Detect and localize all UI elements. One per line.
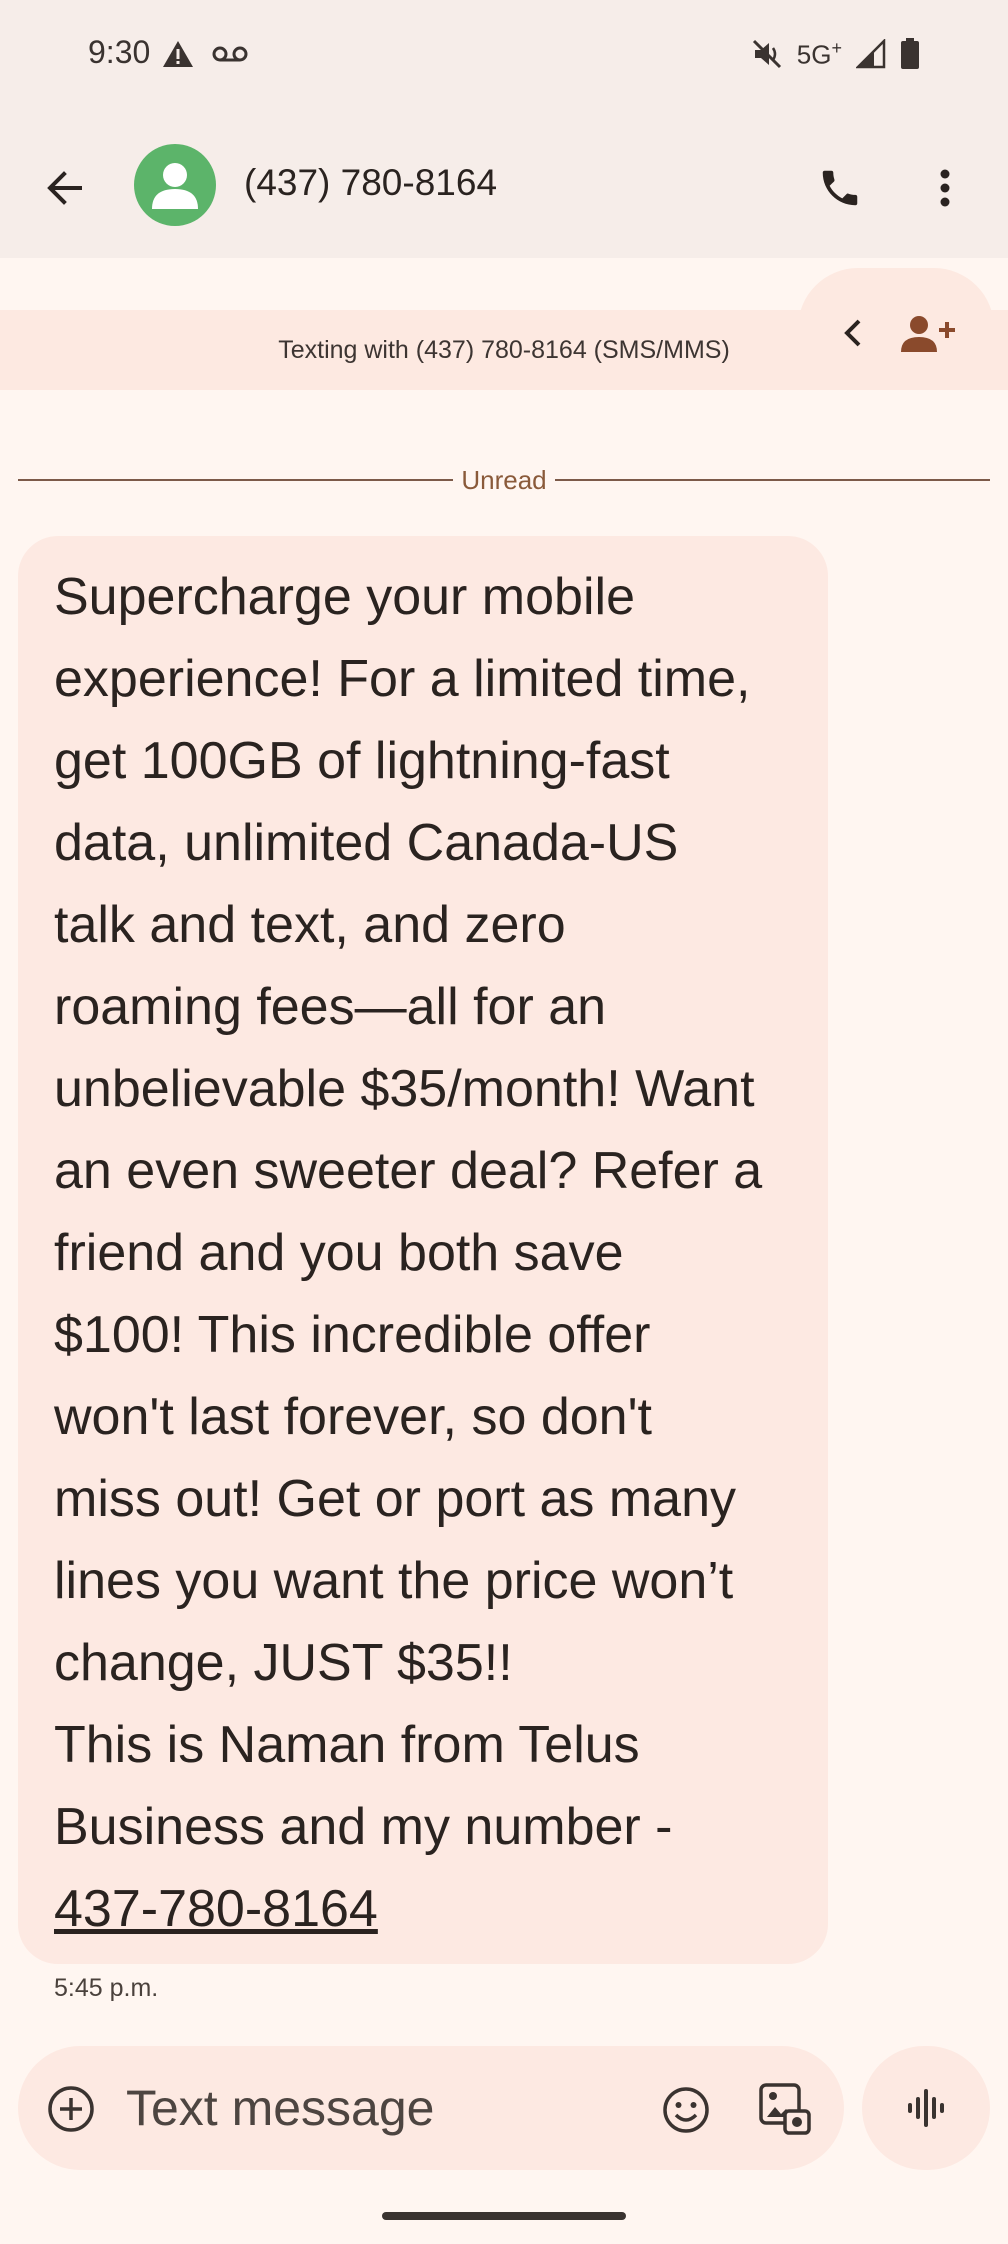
chevron-left-icon bbox=[844, 319, 861, 347]
add-contact-button[interactable] bbox=[896, 306, 960, 362]
message-timestamp: 5:45 p.m. bbox=[54, 1974, 159, 2002]
back-button[interactable] bbox=[36, 160, 92, 216]
status-bar: 9:30 5G+ bbox=[0, 0, 1008, 120]
message-body: Supercharge your mobile experience! For … bbox=[54, 556, 798, 1950]
voice-message-button[interactable] bbox=[862, 2046, 990, 2170]
more-options-button[interactable] bbox=[914, 156, 976, 220]
signal-icon bbox=[856, 39, 886, 69]
emoji-icon bbox=[663, 2087, 709, 2133]
phone-icon bbox=[822, 170, 858, 206]
incoming-message-bubble[interactable]: Supercharge your mobile experience! For … bbox=[18, 536, 828, 1964]
message-input[interactable] bbox=[126, 2076, 646, 2140]
voice-wave-icon bbox=[908, 2089, 944, 2127]
add-circle-icon bbox=[48, 2086, 94, 2132]
add-contact-icon bbox=[901, 316, 955, 352]
contact-name[interactable]: (437) 780-8164 bbox=[244, 162, 497, 204]
network-type: 5G+ bbox=[796, 38, 842, 70]
divider-line-right bbox=[554, 479, 990, 481]
unread-label: Unread bbox=[461, 464, 547, 495]
conversation-header: (437) 780-8164 bbox=[0, 120, 1008, 258]
call-button[interactable] bbox=[808, 156, 872, 220]
banner-actions bbox=[798, 268, 994, 390]
mute-icon bbox=[752, 40, 781, 69]
compose-bar bbox=[18, 2046, 844, 2170]
unread-divider: Unread bbox=[18, 462, 990, 498]
message-phone-link[interactable]: 437-780-8164 bbox=[54, 1880, 378, 1938]
alert-triangle-icon bbox=[163, 41, 193, 67]
gallery-icon bbox=[759, 2083, 811, 2135]
message-text: Supercharge your mobile experience! For … bbox=[54, 568, 763, 1856]
status-time: 9:30 bbox=[88, 34, 151, 70]
status-right: 5G+ bbox=[751, 38, 920, 71]
collapse-banner-button[interactable] bbox=[828, 308, 878, 358]
avatar[interactable] bbox=[134, 144, 216, 226]
status-left-icons bbox=[162, 40, 248, 68]
back-arrow-icon bbox=[47, 171, 82, 205]
gallery-button[interactable] bbox=[754, 2078, 816, 2140]
more-vert-icon bbox=[940, 169, 950, 207]
emoji-button[interactable] bbox=[656, 2080, 716, 2140]
voicemail-icon bbox=[212, 46, 248, 62]
divider-line-left bbox=[18, 479, 454, 481]
battery-icon bbox=[901, 38, 919, 70]
home-indicator[interactable] bbox=[382, 2212, 626, 2220]
add-attachment-button[interactable] bbox=[46, 2084, 96, 2134]
avatar-person-icon bbox=[152, 163, 198, 209]
